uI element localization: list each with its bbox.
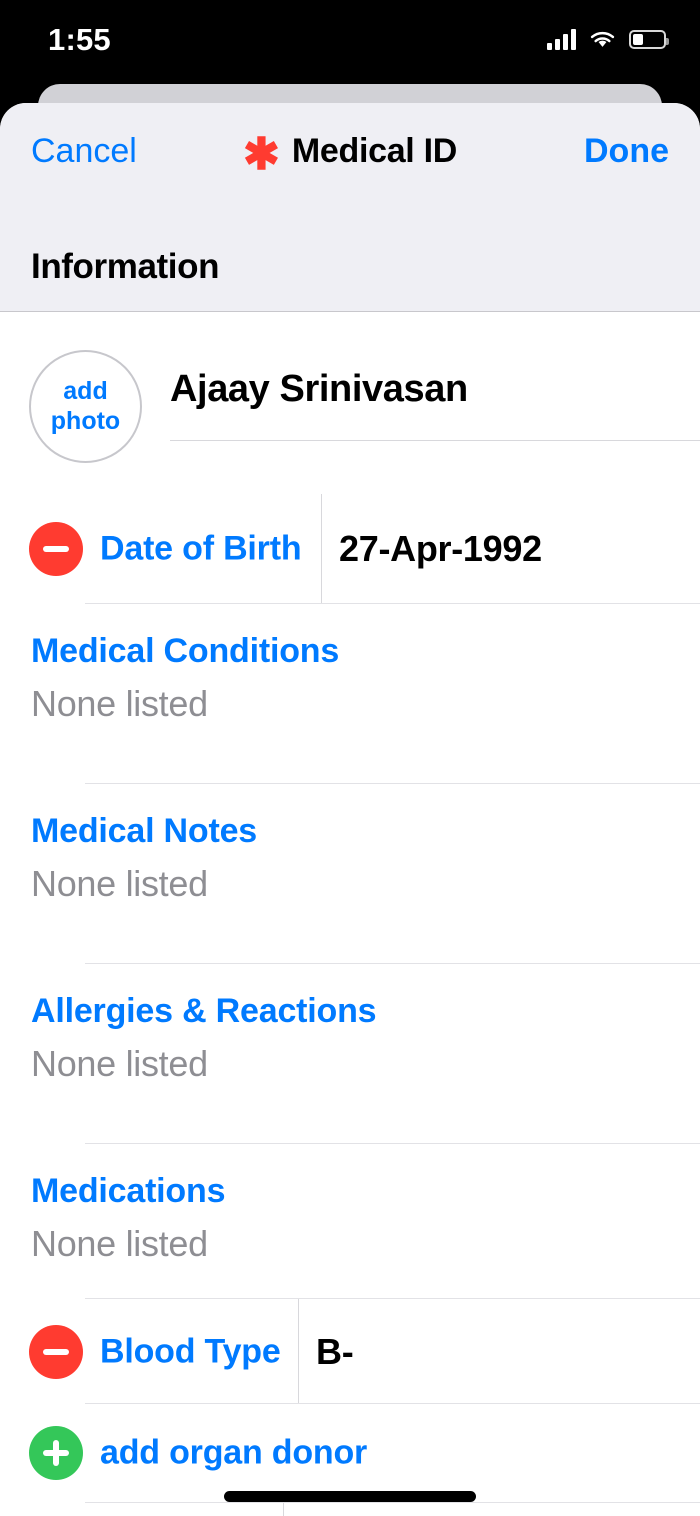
row-column-divider (283, 1503, 284, 1516)
allergies-reactions-title[interactable]: Allergies & Reactions (31, 992, 700, 1031)
add-photo-button[interactable]: add photo (29, 350, 142, 463)
add-organ-donor-label[interactable]: add organ donor (100, 1434, 367, 1473)
header-zone: Cancel ✱ Medical ID Done Information (0, 103, 700, 312)
row-separator (85, 1502, 700, 1503)
home-indicator (224, 1491, 476, 1502)
block-medical-conditions: Medical Conditions None listed (0, 604, 700, 784)
medications-title[interactable]: Medications (31, 1172, 700, 1211)
profile-row: add photo Ajaay Srinivasan (0, 312, 700, 494)
navigation-title-text: Medical ID (291, 132, 458, 170)
minus-circle-icon[interactable] (29, 1324, 83, 1379)
blood-type-value[interactable]: B- (316, 1331, 354, 1373)
status-bar-time: 1:55 (48, 22, 111, 57)
date-of-birth-value[interactable]: 27-Apr-1992 (339, 528, 542, 570)
wifi-icon (590, 31, 615, 47)
row-column-divider (321, 494, 322, 604)
row-partial-next (0, 1502, 700, 1516)
name-input[interactable]: Ajaay Srinivasan (170, 368, 700, 411)
date-of-birth-label[interactable]: Date of Birth (100, 530, 302, 569)
row-column-divider (298, 1299, 299, 1404)
minus-circle-icon[interactable] (29, 522, 83, 576)
block-medications: Medications None listed (0, 1144, 700, 1299)
phone-screen: 1:55 Cancel ✱ Medical ID Done Informatio… (0, 0, 700, 1516)
form-content: add photo Ajaay Srinivasan Date of Birth… (0, 312, 700, 1516)
medical-notes-title[interactable]: Medical Notes (31, 812, 700, 851)
medical-conditions-placeholder: None listed (31, 683, 208, 724)
signal-bars-icon (547, 28, 576, 50)
row-add-organ-donor[interactable]: add organ donor (0, 1404, 700, 1502)
medical-notes-placeholder: None listed (31, 863, 208, 904)
medical-asterisk-icon: ✱ (242, 130, 280, 179)
navigation-bar: Cancel ✱ Medical ID Done (0, 103, 700, 216)
section-header-information: Information (31, 247, 220, 286)
status-bar: 1:55 (0, 0, 700, 88)
plus-circle-icon[interactable] (29, 1426, 83, 1480)
block-allergies-reactions: Allergies & Reactions None listed (0, 964, 700, 1144)
medications-placeholder: None listed (31, 1223, 208, 1264)
add-photo-label-line1: add (63, 377, 108, 405)
allergies-reactions-placeholder: None listed (31, 1043, 208, 1084)
block-medical-notes: Medical Notes None listed (0, 784, 700, 964)
blood-type-label[interactable]: Blood Type (100, 1332, 281, 1371)
row-date-of-birth: Date of Birth 27-Apr-1992 (0, 494, 700, 604)
medical-id-sheet: Cancel ✱ Medical ID Done Information add… (0, 103, 700, 1516)
status-bar-indicators (547, 28, 669, 50)
row-blood-type: Blood Type B- (0, 1299, 700, 1404)
add-photo-label-line2: photo (50, 406, 121, 435)
name-input-underline (170, 440, 700, 441)
medical-conditions-title[interactable]: Medical Conditions (31, 632, 700, 671)
done-button[interactable]: Done (584, 132, 669, 171)
battery-icon (629, 29, 669, 49)
